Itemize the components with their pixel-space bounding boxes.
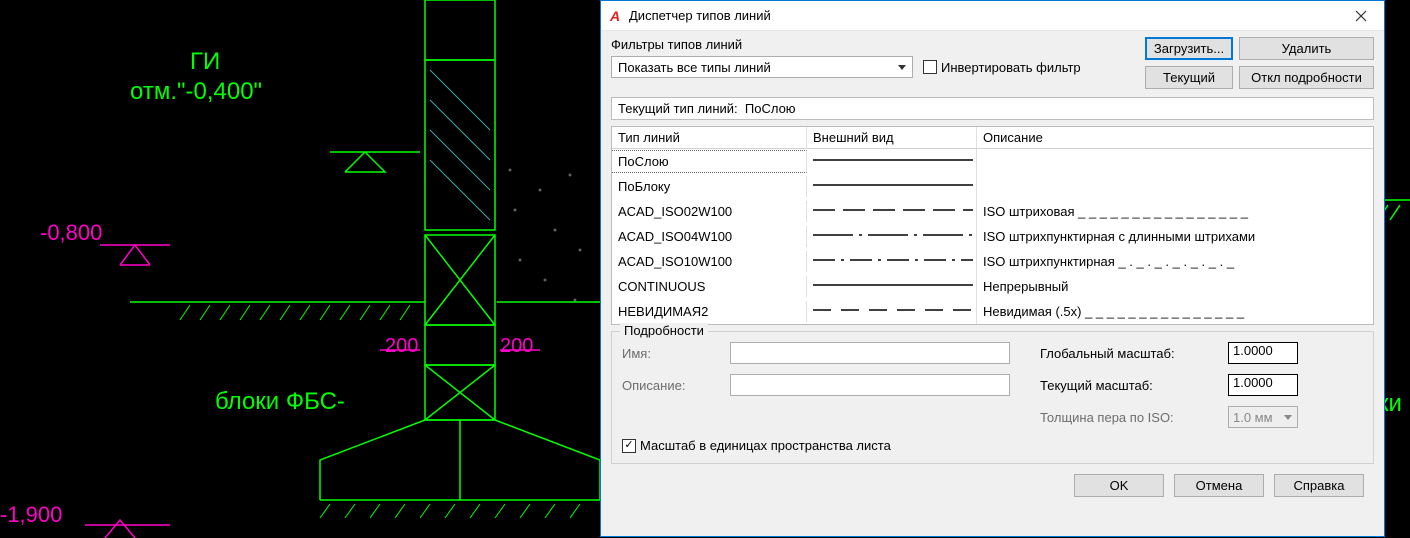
- row-name: ПоБлоку: [612, 176, 807, 197]
- row-appearance: [807, 249, 977, 274]
- linetype-manager-dialog: A Диспетчер типов линий Фильтры типов ли…: [600, 0, 1385, 537]
- linetype-row[interactable]: ACAD_ISO10W100 ISO штрихпунктирная _ . _ …: [612, 249, 1373, 274]
- set-current-button[interactable]: Текущий: [1145, 66, 1233, 89]
- dialog-titlebar[interactable]: A Диспетчер типов линий: [601, 1, 1384, 31]
- cad-elev-1900: -1,900: [0, 502, 62, 528]
- cad-dim-200a: 200: [385, 335, 418, 358]
- linetype-row[interactable]: ПоСлою: [612, 149, 1373, 174]
- current-linetype-display: Текущий тип линий: ПоСлою: [611, 97, 1374, 120]
- load-button[interactable]: Загрузить...: [1145, 37, 1233, 60]
- paperspace-units-checkbox[interactable]: Масштаб в единицах пространства листа: [622, 438, 891, 453]
- row-appearance: [807, 174, 977, 199]
- checkbox-icon: [622, 439, 636, 453]
- header-name[interactable]: Тип линий: [612, 127, 807, 148]
- autocad-icon: A: [607, 8, 623, 24]
- details-desc-input: [730, 374, 1010, 396]
- header-appearance[interactable]: Внешний вид: [807, 127, 977, 148]
- row-appearance: [807, 299, 977, 324]
- row-name: ACAD_ISO04W100: [612, 226, 807, 247]
- delete-button[interactable]: Удалить: [1239, 37, 1374, 60]
- invert-filter-label: Инвертировать фильтр: [941, 60, 1081, 75]
- details-name-label: Имя:: [622, 346, 722, 361]
- filter-selected-value: Показать все типы линий: [618, 60, 771, 75]
- linetype-row[interactable]: ПоБлоку: [612, 174, 1373, 199]
- row-name: CONTINUOUS: [612, 276, 807, 297]
- row-description: [977, 159, 1373, 165]
- dialog-title: Диспетчер типов линий: [629, 8, 1338, 23]
- filter-legend: Фильтры типов линий: [611, 37, 1137, 52]
- row-appearance: [807, 274, 977, 299]
- iso-pen-label: Толщина пера по ISO:: [1040, 410, 1220, 425]
- row-description: Невидимая (.5x) _ _ _ _ _ _ _ _ _ _ _ _ …: [977, 301, 1373, 322]
- cad-label-elev: отм."-0,400": [130, 78, 262, 106]
- row-name: ACAD_ISO02W100: [612, 201, 807, 222]
- cad-dim-200b: 200: [500, 335, 533, 358]
- paperspace-units-label: Масштаб в единицах пространства листа: [640, 438, 891, 453]
- row-appearance: [807, 199, 977, 224]
- details-group: Подробности Имя: Описание: Глобальный ма…: [611, 331, 1374, 464]
- linetype-row[interactable]: ACAD_ISO02W100 ISO штриховая _ _ _ _ _ _ …: [612, 199, 1373, 224]
- row-name: НЕВИДИМАЯ2: [612, 301, 807, 322]
- row-description: [977, 184, 1373, 190]
- row-description: ISO штриховая _ _ _ _ _ _ _ _ _ _ _ _ _ …: [977, 201, 1373, 222]
- details-legend: Подробности: [620, 323, 708, 338]
- checkbox-icon: [923, 60, 937, 74]
- row-description: ISO штрихпунктирная с длинными штрихами: [977, 226, 1373, 247]
- help-button[interactable]: Справка: [1274, 474, 1364, 497]
- cad-elev-0800: -0,800: [40, 220, 102, 246]
- row-name: ACAD_ISO10W100: [612, 251, 807, 272]
- row-description: ISO штрихпунктирная _ . _ . _ . _ . _ . …: [977, 251, 1373, 272]
- details-name-input: [730, 342, 1010, 364]
- current-scale-input[interactable]: 1.0000: [1228, 374, 1298, 396]
- row-appearance: [807, 224, 977, 249]
- row-description: Непрерывный: [977, 276, 1373, 297]
- linetype-list[interactable]: Тип линий Внешний вид Описание ПоСлою ПоБ…: [611, 126, 1374, 325]
- close-icon: [1355, 10, 1367, 22]
- global-scale-label: Глобальный масштаб:: [1040, 346, 1220, 361]
- row-name: ПоСлою: [612, 150, 807, 173]
- header-description[interactable]: Описание: [977, 127, 1373, 148]
- invert-filter-checkbox[interactable]: Инвертировать фильтр: [923, 60, 1081, 75]
- list-header: Тип линий Внешний вид Описание: [612, 127, 1373, 149]
- linetype-row[interactable]: CONTINUOUS Непрерывный: [612, 274, 1373, 299]
- cancel-button[interactable]: Отмена: [1174, 474, 1264, 497]
- cad-label-gi: ГИ: [190, 48, 220, 76]
- iso-pen-select: 1.0 мм: [1228, 406, 1298, 428]
- linetype-row[interactable]: НЕВИДИМАЯ2 Невидимая (.5x) _ _ _ _ _ _ _ …: [612, 299, 1373, 324]
- linetype-row[interactable]: ACAD_ISO04W100 ISO штрихпунктирная с длин…: [612, 224, 1373, 249]
- details-desc-label: Описание:: [622, 378, 722, 393]
- close-button[interactable]: [1338, 1, 1384, 31]
- cad-label-fbs: блоки ФБС-: [215, 388, 345, 416]
- hide-details-button[interactable]: Откл подробности: [1239, 66, 1374, 89]
- filter-select[interactable]: Показать все типы линий: [611, 56, 913, 78]
- row-appearance: [807, 149, 977, 174]
- current-scale-label: Текущий масштаб:: [1040, 378, 1220, 393]
- global-scale-input[interactable]: 1.0000: [1228, 342, 1298, 364]
- ok-button[interactable]: OK: [1074, 474, 1164, 497]
